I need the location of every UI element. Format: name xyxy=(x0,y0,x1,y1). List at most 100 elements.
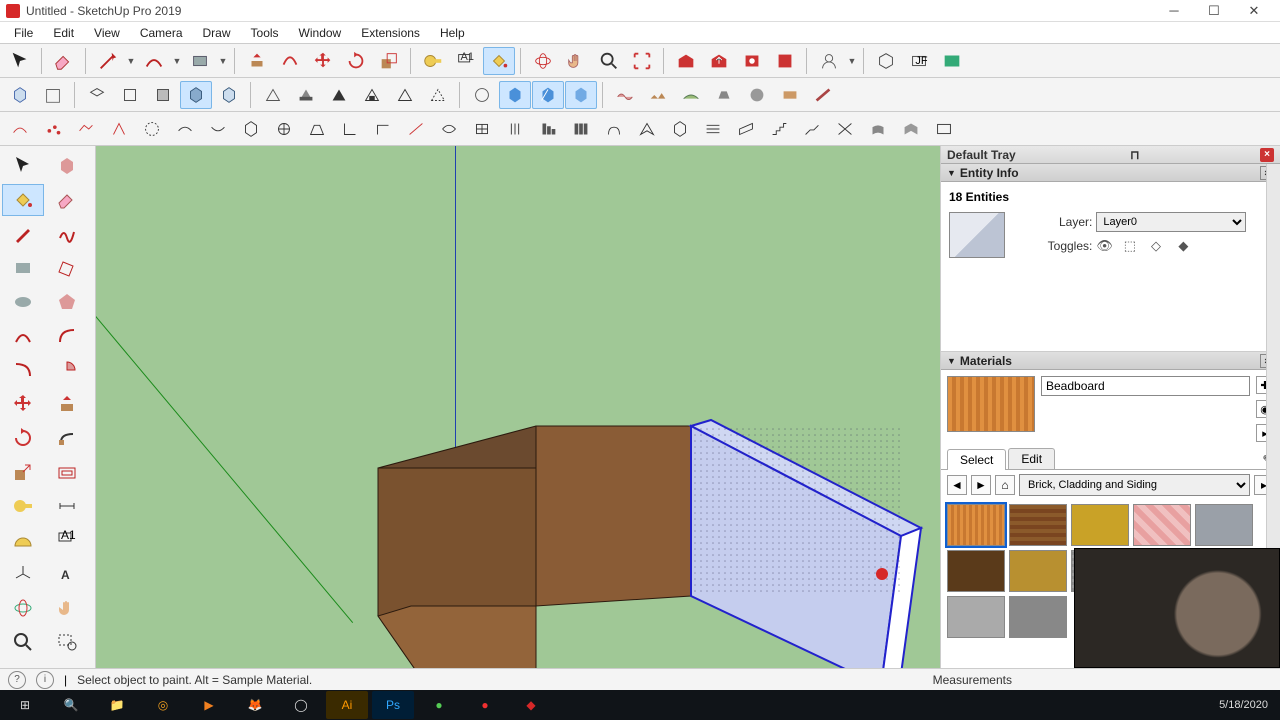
materials-header[interactable]: ▼ Materials × xyxy=(941,352,1280,370)
pie-icon[interactable] xyxy=(46,354,88,386)
style-4[interactable] xyxy=(356,81,388,109)
info-icon[interactable]: i xyxy=(36,671,54,689)
style-3[interactable] xyxy=(323,81,355,109)
ext-21[interactable] xyxy=(664,115,696,143)
pan-icon[interactable] xyxy=(46,592,88,624)
dimension-icon[interactable] xyxy=(46,490,88,522)
explorer-button[interactable]: 📁 xyxy=(96,691,138,719)
open-button[interactable] xyxy=(37,81,69,109)
tab-select[interactable]: Select xyxy=(947,449,1006,470)
shape-dropdown[interactable]: ▼ xyxy=(217,56,229,66)
rotate-tool[interactable] xyxy=(340,47,372,75)
ext-10[interactable] xyxy=(301,115,333,143)
ext-17[interactable] xyxy=(532,115,564,143)
freehand-icon[interactable] xyxy=(46,218,88,250)
user-dropdown[interactable]: ▼ xyxy=(846,56,858,66)
layout-tool[interactable] xyxy=(769,47,801,75)
user-button[interactable] xyxy=(813,47,845,75)
select-tool[interactable] xyxy=(4,47,36,75)
top-view[interactable] xyxy=(114,81,146,109)
search-button[interactable]: 🔍 xyxy=(50,691,92,719)
illustrator-button[interactable]: Ai xyxy=(326,691,368,719)
material-item[interactable] xyxy=(1009,504,1067,546)
ext-4[interactable] xyxy=(103,115,135,143)
visibility-toggle-icon[interactable]: 👁 xyxy=(1096,238,1114,254)
paint-bucket-icon[interactable] xyxy=(2,184,44,216)
ext-6[interactable] xyxy=(169,115,201,143)
3dtext-icon[interactable]: A xyxy=(46,558,88,590)
menu-file[interactable]: File xyxy=(4,24,43,42)
eraser-tool[interactable] xyxy=(48,47,80,75)
menu-help[interactable]: Help xyxy=(430,24,475,42)
ext-22[interactable] xyxy=(697,115,729,143)
ext-20[interactable] xyxy=(631,115,663,143)
rect-icon[interactable] xyxy=(2,252,44,284)
start-button[interactable]: ⊞ xyxy=(4,691,46,719)
ext-24[interactable] xyxy=(763,115,795,143)
nav-forward-icon[interactable]: ► xyxy=(971,475,991,495)
ext-2[interactable] xyxy=(37,115,69,143)
offset-icon[interactable] xyxy=(46,456,88,488)
zoom-icon[interactable] xyxy=(2,626,44,658)
style-5[interactable] xyxy=(389,81,421,109)
mono-button[interactable] xyxy=(565,81,597,109)
nav-back-icon[interactable]: ◄ xyxy=(947,475,967,495)
style-1[interactable] xyxy=(257,81,289,109)
select-arrow-icon[interactable] xyxy=(2,150,44,182)
pan-tool[interactable] xyxy=(560,47,592,75)
zoom-tool[interactable] xyxy=(593,47,625,75)
ext-13[interactable] xyxy=(400,115,432,143)
orbit-icon[interactable] xyxy=(2,592,44,624)
warehouse-share-tool[interactable] xyxy=(703,47,735,75)
ext-1[interactable] xyxy=(4,115,36,143)
menu-window[interactable]: Window xyxy=(289,24,352,42)
material-item[interactable] xyxy=(1133,504,1191,546)
back-view[interactable] xyxy=(213,81,245,109)
material-category-select[interactable]: Brick, Cladding and Siding xyxy=(1019,474,1250,496)
pin-icon[interactable]: ⊓ xyxy=(1130,148,1139,162)
ext-5[interactable] xyxy=(136,115,168,143)
tab-edit[interactable]: Edit xyxy=(1008,448,1055,469)
style-6[interactable] xyxy=(422,81,454,109)
ext-7[interactable] xyxy=(202,115,234,143)
material-item[interactable] xyxy=(1195,504,1253,546)
solid-tool-3[interactable] xyxy=(936,47,968,75)
sketchup-taskbar-button[interactable]: ◆ xyxy=(510,691,552,719)
warehouse-tool[interactable] xyxy=(670,47,702,75)
offset-tool[interactable] xyxy=(274,47,306,75)
solid-tool-2[interactable]: JF xyxy=(903,47,935,75)
record-button[interactable]: ● xyxy=(464,691,506,719)
menu-view[interactable]: View xyxy=(84,24,130,42)
sandbox-4[interactable] xyxy=(708,81,740,109)
layer-select[interactable]: Layer0 xyxy=(1096,212,1246,232)
text-label-icon[interactable]: A1 xyxy=(46,524,88,556)
menu-camera[interactable]: Camera xyxy=(130,24,193,42)
rectangle-tool[interactable] xyxy=(184,47,216,75)
front-view[interactable] xyxy=(147,81,179,109)
sandbox-5[interactable] xyxy=(741,81,773,109)
sandbox-3[interactable] xyxy=(675,81,707,109)
app2-button[interactable]: ● xyxy=(418,691,460,719)
ext-19[interactable] xyxy=(598,115,630,143)
menu-edit[interactable]: Edit xyxy=(43,24,84,42)
arc-icon[interactable] xyxy=(2,320,44,352)
minimize-button[interactable]: ─ xyxy=(1154,0,1194,22)
entity-info-header[interactable]: ▼ Entity Info × xyxy=(941,164,1280,182)
sandbox-1[interactable] xyxy=(609,81,641,109)
ext-28[interactable] xyxy=(895,115,927,143)
material-item[interactable] xyxy=(1071,504,1129,546)
help-icon[interactable]: ? xyxy=(8,671,26,689)
firefox-button[interactable]: 🦊 xyxy=(234,691,276,719)
ext-16[interactable] xyxy=(499,115,531,143)
material-item[interactable] xyxy=(947,504,1005,546)
eraser-icon[interactable] xyxy=(46,184,88,216)
textured-button[interactable] xyxy=(532,81,564,109)
menu-draw[interactable]: Draw xyxy=(193,24,241,42)
pushpull-icon[interactable] xyxy=(46,388,88,420)
photoshop-button[interactable]: Ps xyxy=(372,691,414,719)
followme-icon[interactable] xyxy=(46,422,88,454)
tape-tool[interactable] xyxy=(417,47,449,75)
make-component-icon[interactable] xyxy=(46,150,88,182)
xray-button[interactable] xyxy=(466,81,498,109)
material-item[interactable] xyxy=(1009,550,1067,592)
